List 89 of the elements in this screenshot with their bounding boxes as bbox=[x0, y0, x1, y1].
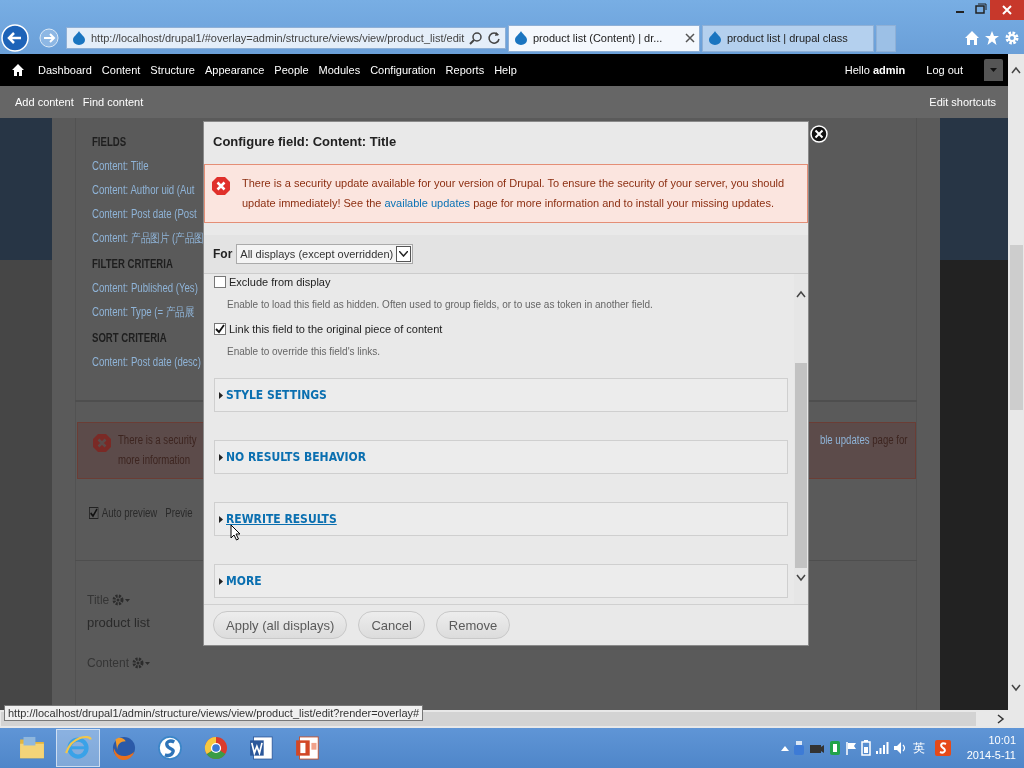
signal-icon[interactable] bbox=[874, 741, 889, 755]
option-description: Enable to load this field as hidden. Often used to group fields, or to use as token in another field. bbox=[227, 299, 654, 310]
input-method-indicator[interactable]: 英 bbox=[912, 739, 925, 757]
menu-link[interactable]: Content bbox=[101, 64, 141, 76]
address-field[interactable]: http://localhost/drupal1/#overlay=admin/structure/views/view/product_list/edit bbox=[66, 27, 506, 49]
field-link[interactable]: Content: Title bbox=[92, 154, 149, 178]
browser-tab[interactable]: product list (Content) | dr... bbox=[508, 24, 700, 52]
back-button[interactable] bbox=[1, 24, 29, 52]
menu-link[interactable]: Configuration bbox=[370, 64, 436, 76]
expand-arrow-icon bbox=[219, 453, 223, 461]
close-button[interactable] bbox=[810, 125, 828, 143]
close-icon[interactable] bbox=[685, 33, 695, 43]
expand-arrow-icon bbox=[219, 391, 223, 399]
section-heading: FILTER CRITERIA bbox=[92, 256, 173, 273]
caret-icon bbox=[990, 68, 997, 72]
checkbox[interactable] bbox=[89, 507, 99, 519]
dialog-button[interactable]: Cancel bbox=[358, 611, 425, 639]
home-icon[interactable] bbox=[12, 64, 24, 76]
scroll-up-icon[interactable] bbox=[794, 288, 808, 300]
refresh-icon[interactable] bbox=[487, 31, 501, 45]
logout-link[interactable]: Log out bbox=[926, 64, 963, 76]
checkbox[interactable] bbox=[214, 323, 226, 335]
for-label: For bbox=[213, 247, 233, 261]
field-link[interactable]: Content: Post date (Post bbox=[92, 202, 197, 226]
browser-tab[interactable]: product list | drupal class bbox=[702, 24, 874, 52]
usb-icon[interactable] bbox=[792, 740, 805, 756]
dialog-button[interactable]: Apply (all displays) bbox=[213, 611, 348, 639]
settings-icon[interactable] bbox=[1004, 30, 1020, 46]
field-link[interactable]: Content: Type (= 产品展 bbox=[92, 300, 195, 324]
menu-link[interactable]: Reports bbox=[445, 64, 485, 76]
shortcut-link[interactable]: Add content bbox=[15, 96, 74, 108]
menu-link[interactable]: Modules bbox=[318, 64, 361, 76]
star-icon[interactable] bbox=[984, 30, 1000, 46]
menu-link[interactable]: People bbox=[274, 64, 309, 76]
scrollbar-thumb[interactable] bbox=[1010, 245, 1023, 410]
dialog-button[interactable]: Remove bbox=[435, 611, 511, 639]
shortcut-link[interactable]: Find content bbox=[82, 96, 144, 108]
collapsible-section[interactable]: NO RESULTS BEHAVIOR bbox=[214, 440, 788, 474]
drupal-icon bbox=[71, 30, 87, 46]
checkbox[interactable] bbox=[214, 276, 226, 288]
greeting-text: Hello admin bbox=[844, 64, 906, 76]
gear-icon[interactable] bbox=[112, 594, 131, 606]
shortcuts-toggle-button[interactable] bbox=[984, 59, 1003, 81]
dialog-title: Configure field: Content: Title bbox=[212, 132, 398, 151]
drupal-icon bbox=[707, 30, 723, 46]
option-description: Enable to override this field's links. bbox=[227, 346, 382, 357]
shield-icon[interactable] bbox=[828, 740, 841, 756]
section-heading: FIELDS bbox=[92, 134, 127, 151]
flag-icon[interactable] bbox=[844, 741, 857, 755]
updates-link[interactable]: available updates bbox=[384, 197, 471, 209]
field-link[interactable]: Content: Author uid (Aut bbox=[92, 178, 195, 202]
battery-icon[interactable] bbox=[860, 740, 871, 756]
search-icon[interactable] bbox=[469, 31, 483, 45]
message-text: There is a security update available for your version of Drupal. To ensure the security of your server, you should update immediately! See the available updates page for more information and to install your missing updates. bbox=[242, 176, 786, 211]
cursor-icon bbox=[230, 524, 241, 541]
status-url-tooltip: http://localhost/drupal1/admin/structure/views/view/product_list/edit?render=overlay# bbox=[4, 705, 424, 721]
menu-link[interactable]: Appearance bbox=[205, 64, 265, 76]
edit-shortcuts-link[interactable]: Edit shortcuts bbox=[929, 96, 996, 108]
collapsible-section[interactable]: STYLE SETTINGS bbox=[214, 378, 788, 412]
clock-time[interactable]: 10:01 bbox=[988, 733, 1016, 748]
checkbox-label: Link this field to the original piece of content bbox=[229, 323, 443, 335]
expand-arrow-icon bbox=[219, 515, 223, 523]
scroll-down-icon[interactable] bbox=[794, 572, 808, 584]
section-heading: SORT CRITERIA bbox=[92, 330, 167, 347]
menu-link[interactable]: Help bbox=[494, 64, 517, 76]
speaker-icon[interactable] bbox=[892, 741, 907, 755]
scrollbar-thumb[interactable] bbox=[795, 363, 807, 568]
scroll-down-icon[interactable] bbox=[1008, 682, 1024, 694]
clock-date[interactable]: 2014-5-11 bbox=[966, 748, 1016, 763]
show-hidden-icon[interactable] bbox=[780, 745, 789, 751]
menu-link[interactable]: Structure bbox=[150, 64, 195, 76]
display-select[interactable]: All displays (except overridden) bbox=[236, 244, 414, 264]
forward-button[interactable] bbox=[38, 27, 60, 49]
caret-icon bbox=[399, 251, 409, 257]
collapsible-section[interactable]: REWRITE RESULTS bbox=[214, 502, 788, 536]
collapsible-section[interactable]: MORE bbox=[214, 564, 788, 598]
error-icon bbox=[92, 433, 112, 453]
field-link[interactable]: Content: Published (Yes) bbox=[92, 276, 198, 300]
menu-link[interactable]: Dashboard bbox=[38, 64, 92, 76]
checkbox-label: Exclude from display bbox=[229, 276, 331, 288]
drupal-icon bbox=[513, 30, 529, 46]
scroll-up-icon[interactable] bbox=[1008, 64, 1024, 76]
expand-arrow-icon bbox=[219, 577, 223, 585]
updates-link[interactable]: ble updates bbox=[819, 433, 870, 447]
field-link[interactable]: Content: Post date (desc) bbox=[92, 350, 201, 374]
error-icon bbox=[211, 176, 231, 196]
gear-icon[interactable] bbox=[132, 657, 151, 669]
app-tray-icon[interactable] bbox=[934, 740, 951, 756]
field-link[interactable]: Content: 产品图片 (产品图 bbox=[92, 226, 204, 250]
